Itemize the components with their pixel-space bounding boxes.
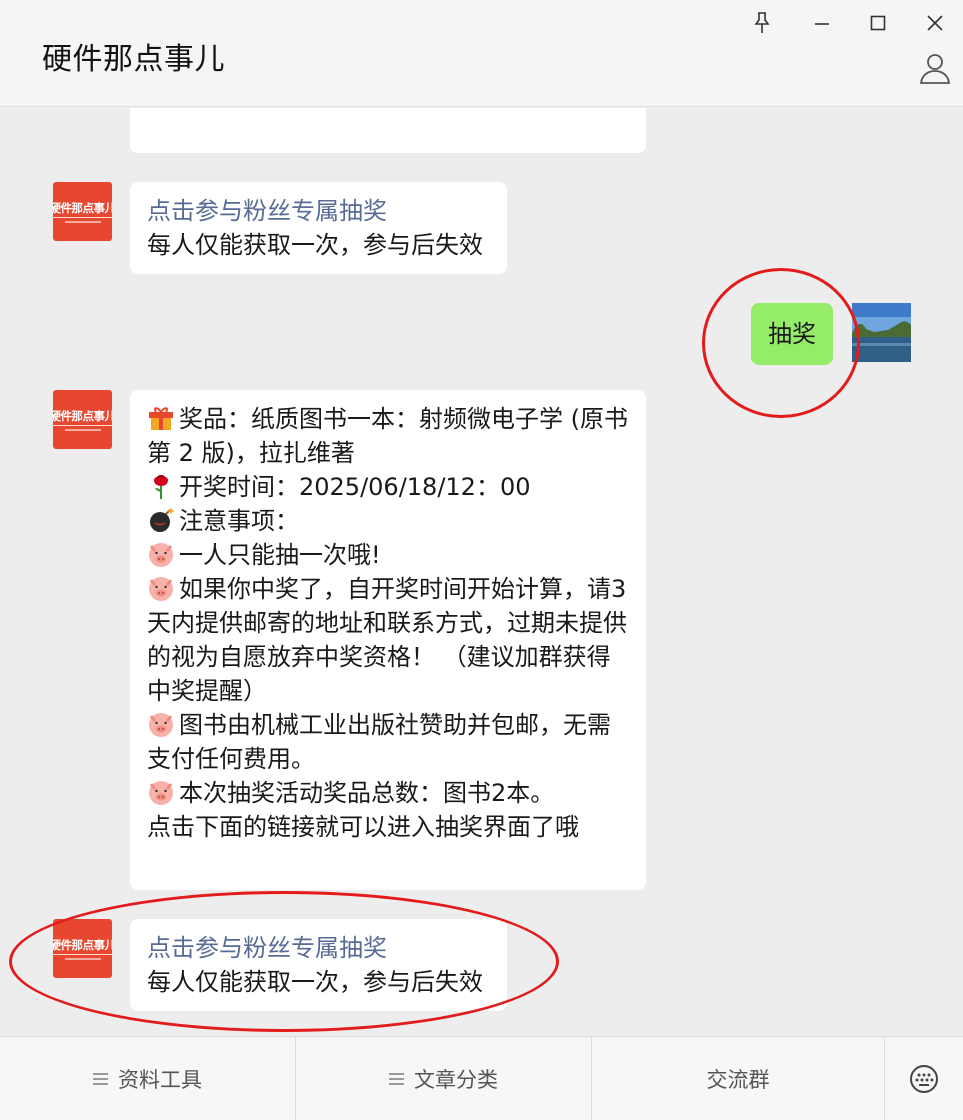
notes-title-line: 注意事项： — [147, 504, 629, 538]
bottom-menu-bar: 资料工具 文章分类 交流群 — [0, 1036, 963, 1120]
user-avatar[interactable] — [852, 303, 911, 362]
chat-area[interactable]: 硬件那点事儿 点击参与粉丝专属抽奖 每人仅能获取一次，参与后失效 抽奖 硬件那点… — [0, 108, 963, 1036]
lottery-link-card[interactable]: 点击参与粉丝专属抽奖 每人仅能获取一次，参与后失效 — [130, 182, 507, 274]
pig-icon — [149, 543, 173, 567]
menu-icon — [389, 1070, 404, 1088]
prize-line: 奖品：纸质图书一本：射频微电子学 (原书第 2 版)，拉扎维著 — [147, 405, 628, 467]
link-desc: 每人仅能获取一次，参与后失效 — [147, 968, 483, 996]
official-account-avatar[interactable]: 硬件那点事儿 — [53, 390, 112, 449]
link-desc: 每人仅能获取一次，参与后失效 — [147, 231, 483, 259]
announcement-footer: 点击下面的链接就可以进入抽奖界面了哦 — [147, 813, 579, 841]
rule-2: 如果你中奖了，自开奖时间开始计算，请3天内提供邮寄的地址和联系方式，过期未提供的… — [147, 575, 627, 705]
rule-3: 图书由机械工业出版社赞助并包邮，无需支付任何费用。 — [147, 711, 611, 773]
previous-message-bubble[interactable] — [130, 108, 646, 153]
link-title[interactable]: 点击参与粉丝专属抽奖 — [147, 194, 490, 228]
menu-item-tools[interactable]: 资料工具 — [0, 1037, 296, 1120]
person-icon[interactable] — [916, 50, 954, 86]
link-title[interactable]: 点击参与粉丝专属抽奖 — [147, 931, 490, 965]
maximize-icon[interactable] — [863, 8, 893, 38]
official-account-avatar[interactable]: 硬件那点事儿 — [53, 919, 112, 978]
lottery-announcement-bubble[interactable]: 奖品：纸质图书一本：射频微电子学 (原书第 2 版)，拉扎维著 开奖时间：202… — [130, 390, 646, 890]
pig-icon — [149, 713, 173, 737]
pin-icon[interactable] — [747, 8, 777, 38]
draw-time-line: 开奖时间：2025/06/18/12：00 — [147, 470, 629, 504]
rose-icon — [154, 475, 168, 499]
rule-1: 一人只能抽一次哦! — [147, 538, 629, 572]
official-account-avatar[interactable]: 硬件那点事儿 — [53, 182, 112, 241]
keyboard-icon[interactable] — [885, 1037, 963, 1120]
close-icon[interactable] — [920, 8, 950, 38]
title-bar: 硬件那点事儿 — [0, 0, 963, 107]
user-message-bubble[interactable]: 抽奖 — [751, 303, 833, 365]
gift-icon — [149, 407, 173, 430]
menu-item-categories[interactable]: 文章分类 — [296, 1037, 592, 1120]
user-message-text: 抽奖 — [768, 320, 816, 348]
pig-icon — [149, 781, 173, 805]
minimize-icon[interactable] — [807, 8, 837, 38]
lottery-link-card[interactable]: 点击参与粉丝专属抽奖 每人仅能获取一次，参与后失效 — [130, 919, 507, 1011]
chat-title: 硬件那点事儿 — [42, 42, 225, 77]
menu-item-group[interactable]: 交流群 — [592, 1037, 885, 1120]
pig-icon — [149, 577, 173, 601]
bomb-icon — [150, 507, 175, 532]
rule-4: 本次抽奖活动奖品总数：图书2本。 — [147, 776, 629, 810]
menu-icon — [93, 1070, 108, 1088]
